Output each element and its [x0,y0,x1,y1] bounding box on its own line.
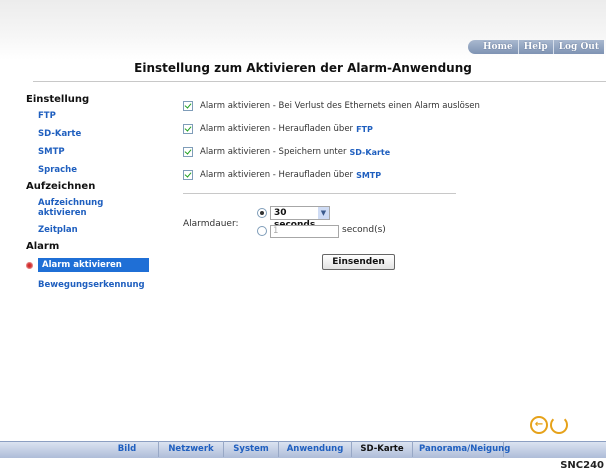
page-actions: ← [530,416,568,434]
sidebar-item-ftp[interactable]: FTP [38,111,166,121]
alarm-options: Alarm aktivieren - Bei Verlust des Ether… [183,100,573,192]
section-divider [183,193,456,194]
radio-preset-duration[interactable] [257,208,267,218]
option-label: Alarm aktivieren - Heraufladen über [200,170,354,180]
tab-anwendung[interactable]: Anwendung [279,441,352,457]
page-title: Einstellung zum Aktivieren der Alarm-Anw… [134,61,472,75]
checkbox-ethernet-loss[interactable] [183,101,193,111]
sidebar-item-aufzeichnung-aktivieren[interactable]: Aufzeichnung aktivieren [38,198,166,218]
alarm-duration-label: Alarmdauer: [183,219,239,229]
sidebar-item-sd-karte[interactable]: SD-Karte [38,129,166,139]
option-smtp-upload: Alarm aktivieren - Heraufladen über SMTP [183,169,573,181]
logout-link[interactable]: Log Out [553,40,604,54]
chevron-down-icon: ▼ [318,207,329,219]
active-indicator-icon [26,261,33,269]
alarm-duration: Alarmdauer: 30 seconds ▼ 1 second(s) [183,205,483,245]
option-sd-save: Alarm aktivieren - Speichern unter SD-Ka… [183,146,573,158]
radio-custom-duration[interactable] [257,226,267,236]
model-label: SNC240 [560,460,604,471]
tab-sd-karte[interactable]: SD-Karte [352,441,413,457]
tab-panorama-neigung[interactable]: Panorama/Neigung [413,441,510,457]
checkbox-sd-save[interactable] [183,147,193,157]
nav-cap [467,40,478,54]
section-einstellung: Einstellung [26,94,90,105]
section-alarm: Alarm [26,241,60,252]
top-nav: Home Help Log Out [467,40,604,54]
duration-select[interactable]: 30 seconds ▼ [270,206,330,230]
refresh-icon[interactable] [550,416,568,434]
sidebar-item-label: Alarm aktivieren [38,258,149,272]
bottom-tabs: Bild Netzwerk System Anwendung SD-Karte … [96,441,510,457]
option-label: Alarm aktivieren - Heraufladen über [200,124,354,134]
tab-system[interactable]: System [224,441,279,457]
back-icon[interactable]: ← [530,416,548,434]
sidebar-item-smtp[interactable]: SMTP [38,147,166,157]
option-ftp-upload: Alarm aktivieren - Heraufladen über FTP [183,123,573,135]
title-divider [33,81,606,82]
option-label: Alarm aktivieren - Speichern unter [200,147,347,157]
sidebar-item-bewegungserkennung[interactable]: Bewegungserkennung [38,280,166,290]
tab-netzwerk[interactable]: Netzwerk [159,441,224,457]
option-label: Alarm aktivieren - Bei Verlust des Ether… [200,101,480,111]
help-link[interactable]: Help [518,40,553,54]
submit-button[interactable]: Einsenden [322,254,395,270]
home-link[interactable]: Home [477,40,518,54]
sidebar-item-label: aktivieren [38,208,87,218]
section-aufzeichnen: Aufzeichnen [26,181,96,192]
tab-bild[interactable]: Bild [96,441,159,457]
sidebar-item-sprache[interactable]: Sprache [38,165,166,175]
duration-unit-label: second(s) [342,225,386,235]
custom-duration-input[interactable]: 1 [270,225,339,238]
sidebar: Einstellung FTP SD-Karte SMTP Sprache Au… [26,94,166,298]
option-target-link[interactable]: SMTP [356,171,381,180]
option-ethernet-loss: Alarm aktivieren - Bei Verlust des Ether… [183,100,573,112]
sidebar-item-zeitplan[interactable]: Zeitplan [38,225,166,235]
sidebar-item-alarm-aktivieren[interactable]: Alarm aktivieren [26,258,166,272]
option-target-link[interactable]: FTP [356,125,373,134]
checkbox-smtp-upload[interactable] [183,170,193,180]
option-target-link[interactable]: SD-Karte [350,148,391,157]
sidebar-item-label: Aufzeichnung [38,198,104,208]
checkbox-ftp-upload[interactable] [183,124,193,134]
